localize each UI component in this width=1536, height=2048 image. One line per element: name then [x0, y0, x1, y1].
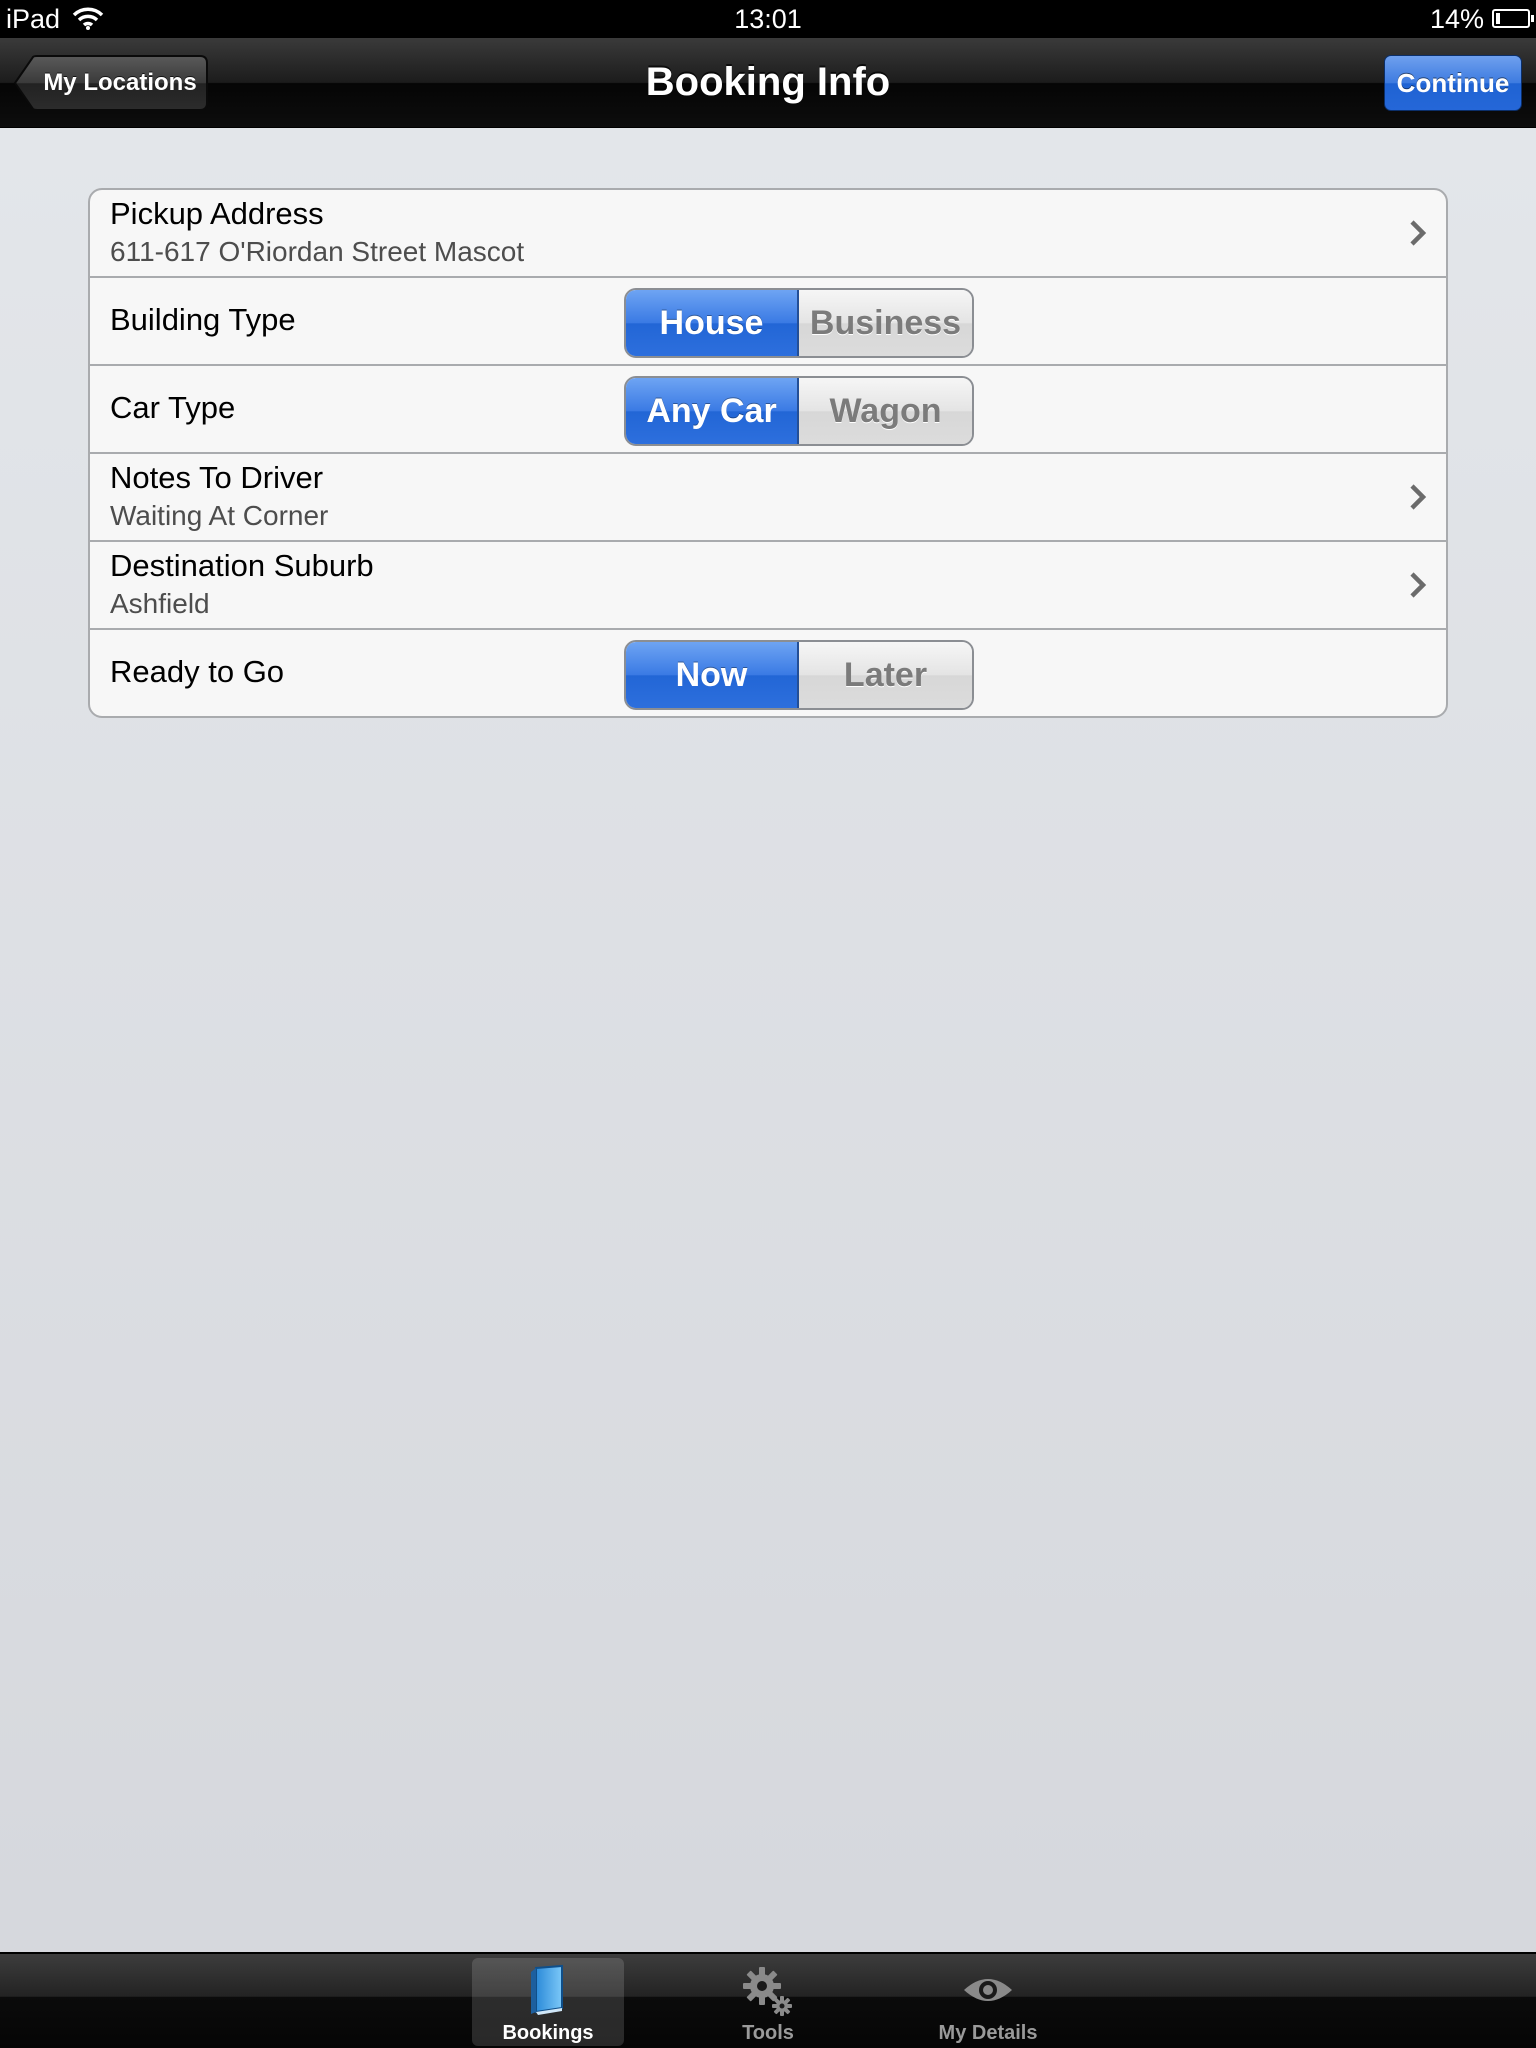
pickup-address-title: Pickup Address: [110, 196, 324, 231]
destination-suburb-row[interactable]: Destination Suburb Ashfield: [90, 542, 1446, 630]
segment-house[interactable]: House: [626, 290, 799, 356]
continue-button[interactable]: Continue: [1384, 55, 1522, 111]
building-type-title: Building Type: [110, 302, 296, 337]
chevron-right-icon: [1408, 571, 1428, 604]
navigation-bar: My Locations Booking Info Continue: [0, 38, 1536, 128]
car-type-segmented-control[interactable]: Any Car Wagon: [624, 376, 974, 446]
chevron-right-icon: [1408, 219, 1428, 252]
tab-my-details-label: My Details: [938, 2022, 1038, 2044]
car-type-row: Car Type Any Car Wagon: [90, 366, 1446, 454]
tab-tools[interactable]: Tools: [692, 1958, 844, 2046]
book-icon: [472, 1964, 624, 2018]
segment-wagon[interactable]: Wagon: [799, 378, 972, 444]
building-type-segmented-control[interactable]: House Business: [624, 288, 974, 358]
car-type-title: Car Type: [110, 390, 236, 425]
chevron-right-icon: [1408, 483, 1428, 516]
tab-bar: Bookings Tools My Details: [0, 1952, 1536, 2048]
ready-to-go-title: Ready to Go: [110, 654, 285, 689]
ready-to-go-row: Ready to Go Now Later: [90, 630, 1446, 716]
status-bar: iPad 13:01 14%: [0, 0, 1536, 38]
segment-later[interactable]: Later: [799, 642, 972, 708]
segment-now[interactable]: Now: [626, 642, 799, 708]
pickup-address-value: 611-617 O'Riordan Street Mascot: [110, 236, 525, 267]
building-type-row: Building Type House Business: [90, 278, 1446, 366]
notes-to-driver-row[interactable]: Notes To Driver Waiting At Corner: [90, 454, 1446, 542]
page-title: Booking Info: [645, 60, 891, 104]
tab-bookings[interactable]: Bookings: [472, 1958, 624, 2046]
notes-to-driver-value: Waiting At Corner: [110, 500, 329, 531]
tab-my-details[interactable]: My Details: [912, 1958, 1064, 2046]
gears-icon: [692, 1964, 844, 2018]
segment-any-car[interactable]: Any Car: [626, 378, 799, 444]
notes-to-driver-title: Notes To Driver: [110, 460, 324, 495]
tab-bookings-label: Bookings: [502, 2022, 594, 2044]
segment-business[interactable]: Business: [799, 290, 972, 356]
destination-suburb-value: Ashfield: [110, 588, 210, 619]
pickup-address-row[interactable]: Pickup Address 611-617 O'Riordan Street …: [90, 190, 1446, 278]
booking-info-table: Pickup Address 611-617 O'Riordan Street …: [88, 188, 1448, 718]
eye-icon: [912, 1964, 1064, 2018]
status-time: 13:01: [734, 4, 802, 34]
battery-percentage: 14%: [1429, 4, 1484, 34]
destination-suburb-title: Destination Suburb: [110, 548, 374, 583]
tab-tools-label: Tools: [742, 2022, 794, 2044]
ready-to-go-segmented-control[interactable]: Now Later: [624, 640, 974, 710]
battery-icon: [1492, 9, 1534, 28]
